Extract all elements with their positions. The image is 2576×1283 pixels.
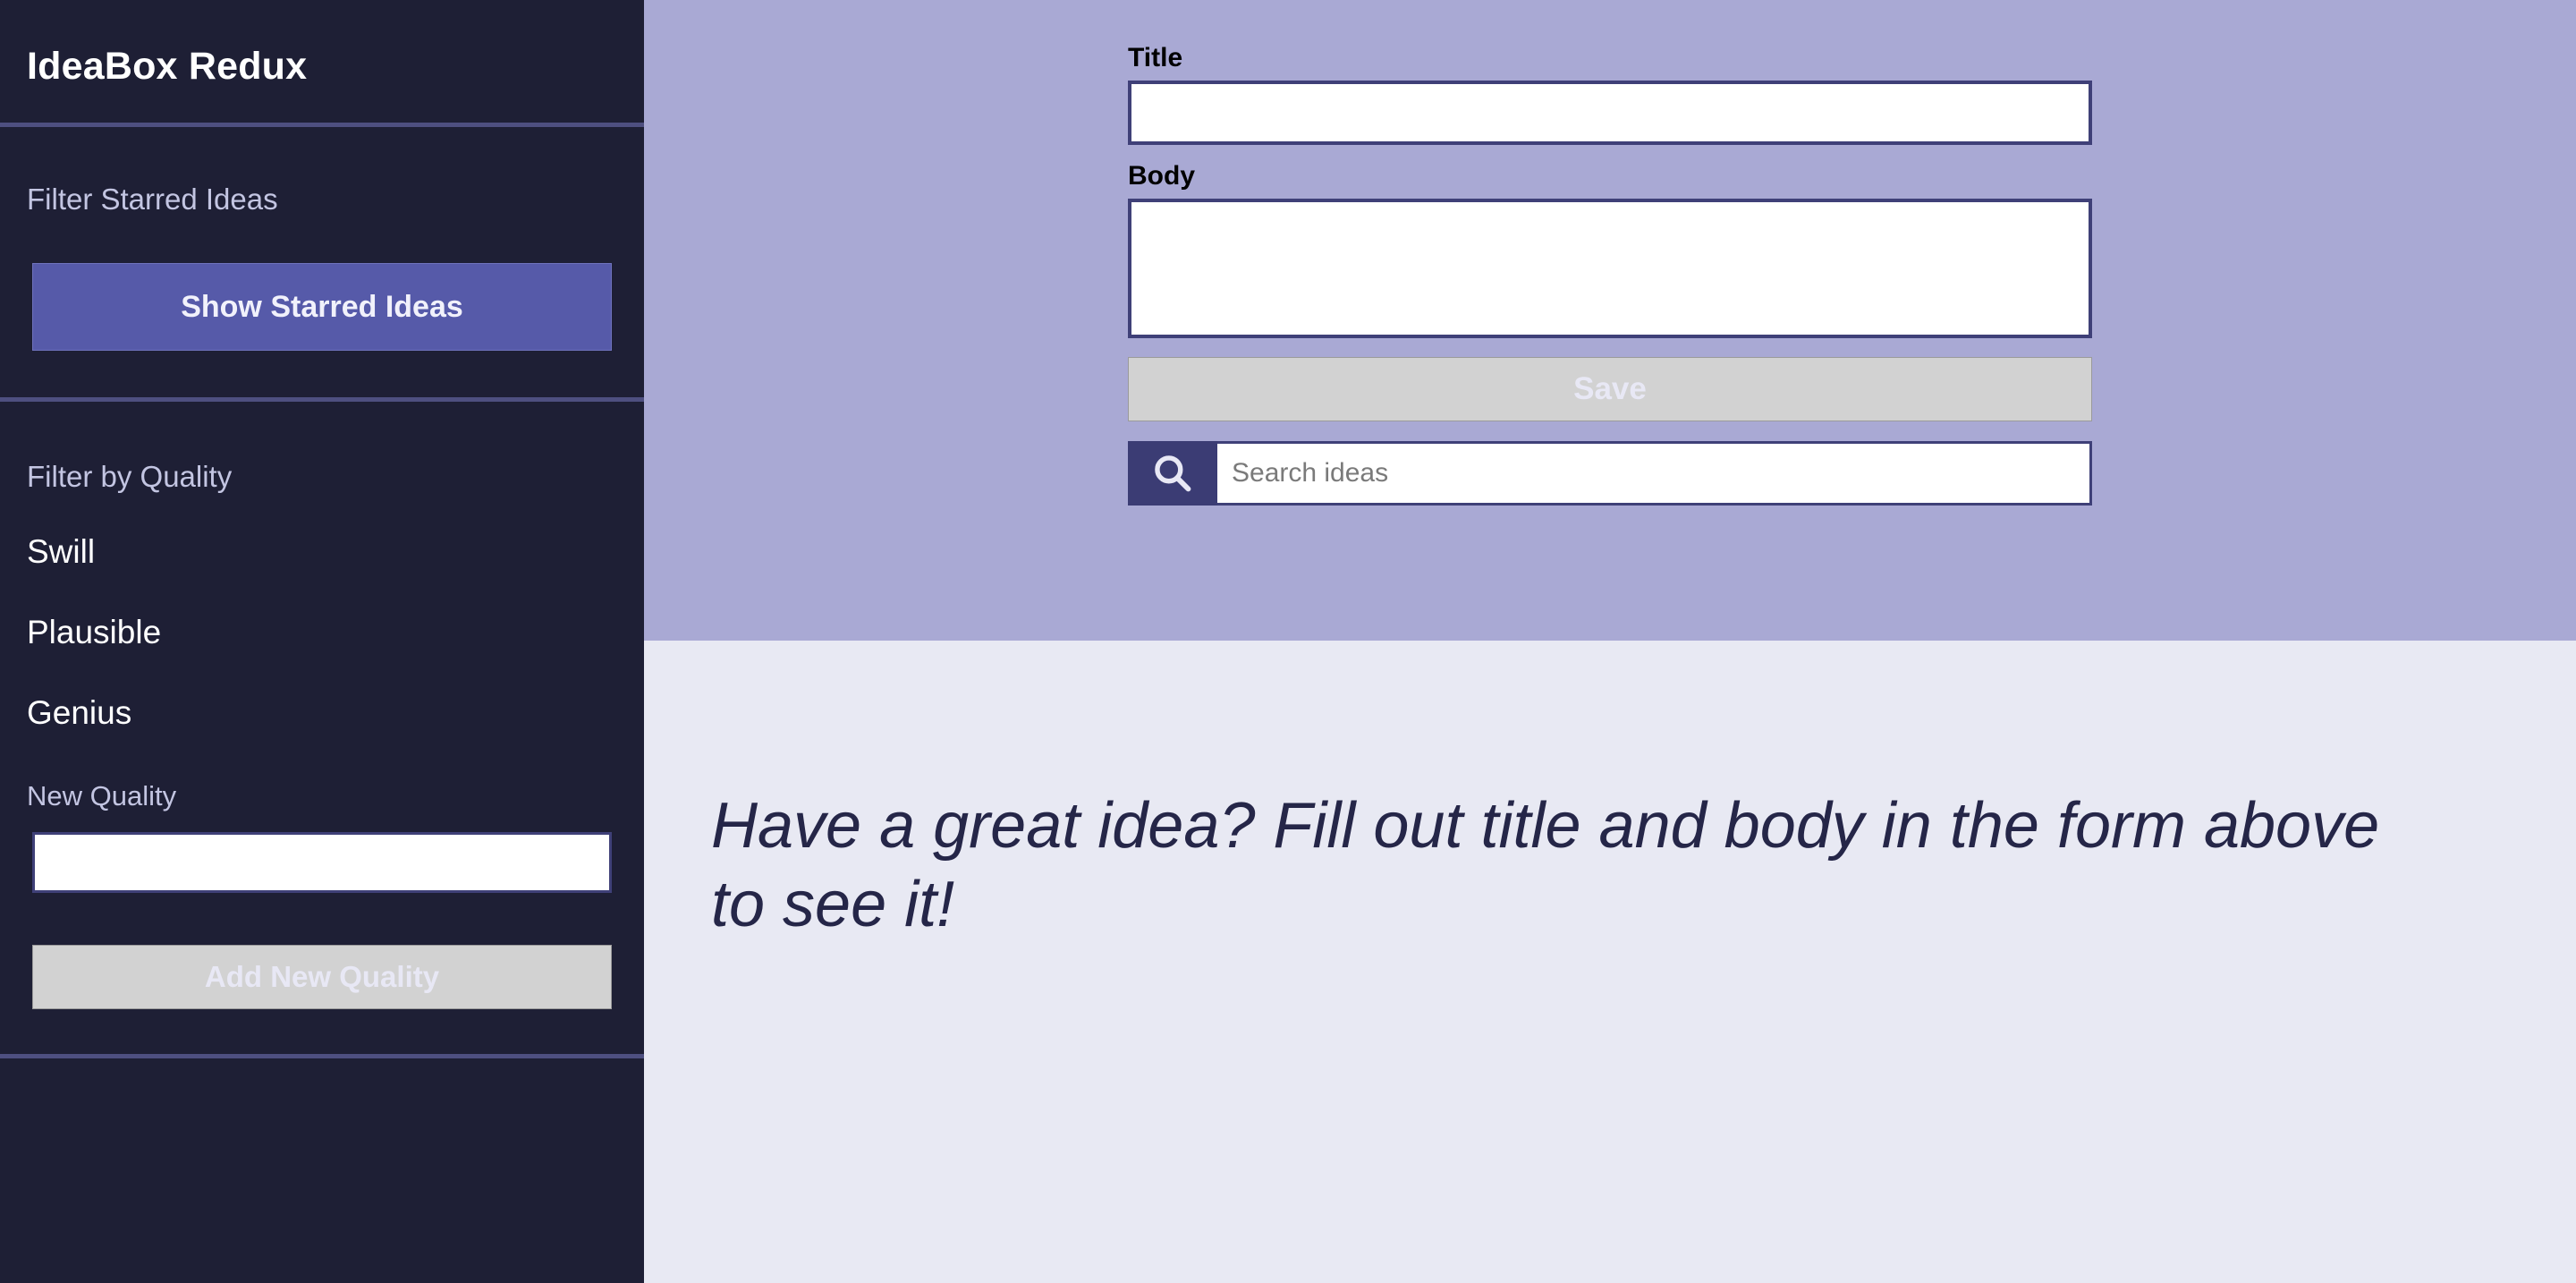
app-root: IdeaBox Redux Filter Starred Ideas Show …: [0, 0, 2576, 1283]
starred-filter-label: Filter Starred Ideas: [27, 183, 278, 216]
quality-filter-section: Filter by Quality Swill Plausible Genius…: [0, 402, 644, 1054]
quality-list: Swill Plausible Genius: [0, 530, 644, 735]
show-starred-ideas-button[interactable]: Show Starred Ideas: [32, 263, 612, 351]
empty-state-message: Have a great idea? Fill out title and bo…: [711, 790, 2380, 940]
title-input[interactable]: [1128, 81, 2092, 145]
idea-form: Title Body Save: [1128, 0, 2092, 506]
search-bar: [1128, 441, 2092, 506]
title-label: Title: [1128, 43, 1183, 72]
add-new-quality-button[interactable]: Add New Quality: [32, 944, 612, 1009]
search-icon[interactable]: [1128, 441, 1217, 506]
sidebar: IdeaBox Redux Filter Starred Ideas Show …: [0, 0, 644, 1283]
quality-filter-label: Filter by Quality: [27, 460, 233, 493]
main-column: Title Body Save Have a gre: [644, 0, 2576, 1283]
body-label: Body: [1128, 161, 1195, 191]
idea-form-panel: Title Body Save: [644, 0, 2576, 641]
app-title: IdeaBox Redux: [27, 45, 308, 88]
new-quality-label: New Quality: [27, 779, 177, 811]
new-quality-input[interactable]: [32, 831, 612, 893]
ideas-content-panel: Have a great idea? Fill out title and bo…: [644, 641, 2576, 1283]
quality-item-swill[interactable]: Swill: [0, 530, 644, 574]
body-input[interactable]: [1128, 199, 2092, 338]
starred-filter-section: Filter Starred Ideas Show Starred Ideas: [0, 127, 644, 397]
sidebar-divider-bottom: [0, 1053, 644, 1058]
search-input[interactable]: [1217, 441, 2092, 506]
quality-item-plausible[interactable]: Plausible: [0, 610, 644, 655]
save-button[interactable]: Save: [1128, 357, 2092, 421]
quality-item-genius[interactable]: Genius: [0, 691, 644, 735]
